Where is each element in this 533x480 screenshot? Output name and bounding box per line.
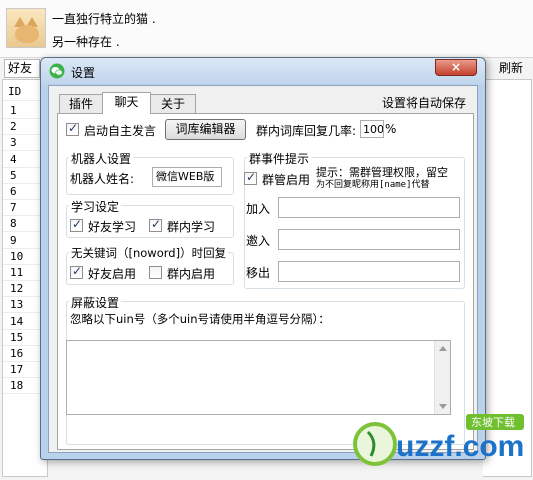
noword-group-checkbox[interactable]: [149, 266, 162, 279]
scroll-up-icon[interactable]: [439, 346, 447, 351]
list-row-id[interactable]: 2: [10, 120, 17, 133]
uzzf-watermark-logo: uzzf.com 东坡下载: [353, 414, 524, 466]
chat-bubble-icon: [49, 63, 65, 79]
dialog-titlebar[interactable]: 设置 ×: [41, 58, 485, 84]
list-row-id[interactable]: 5: [10, 169, 17, 182]
block-description: 忽略以下uin号（多个uin号请使用半角逗号分隔）：: [70, 312, 330, 326]
robot-settings-title: 机器人设置: [69, 150, 134, 167]
reply-rate-label: 群内词库回复几率:: [256, 124, 357, 138]
blocked-uin-textarea[interactable]: [66, 340, 451, 415]
noword-title: 无关键词（[noword]）时回复: [69, 245, 229, 261]
list-row-id[interactable]: 8: [10, 217, 17, 230]
join-message-input[interactable]: [278, 197, 460, 218]
robot-name-input[interactable]: 微信WEB版: [152, 167, 222, 187]
textarea-scrollbar[interactable]: [434, 341, 450, 414]
friend-learning-checkbox[interactable]: [70, 217, 83, 232]
list-row-id[interactable]: 12: [10, 282, 23, 295]
reply-rate-unit: %: [385, 122, 397, 136]
list-row-id[interactable]: 18: [10, 379, 23, 392]
auto-speak-label: 启动自主发言: [84, 124, 157, 138]
group-learning-label: 群内学习: [167, 220, 216, 234]
list-row-id[interactable]: 16: [10, 347, 23, 360]
group-learning-checkbox[interactable]: [149, 217, 162, 232]
group-events-title: 群事件提示: [247, 150, 312, 167]
reply-rate-input[interactable]: 100: [360, 120, 384, 138]
profile-signature: 另一种存在 .: [52, 35, 120, 49]
remove-label: 移出: [246, 266, 271, 280]
list-row-id[interactable]: 14: [10, 315, 23, 328]
profile-header: 一直独行特立的猫 . 另一种存在 .: [0, 0, 533, 58]
autosave-note: 设置将自动保存: [382, 96, 467, 110]
noword-friend-label: 好友启用: [88, 267, 137, 281]
robot-name-label: 机器人姓名:: [70, 172, 135, 186]
scroll-down-icon[interactable]: [439, 404, 447, 409]
list-row-id[interactable]: 1: [10, 104, 17, 117]
remove-message-input[interactable]: [278, 261, 460, 282]
admin-enable-label: 群管启用: [262, 173, 311, 187]
hint-line-2: 为不回复昵称用[name]代替: [316, 180, 430, 190]
list-row-id[interactable]: 17: [10, 363, 23, 376]
tab-friends[interactable]: 好友: [4, 59, 40, 78]
list-row-id[interactable]: 6: [10, 185, 17, 198]
block-settings-title: 屏蔽设置: [69, 294, 122, 311]
list-row-id[interactable]: 13: [10, 298, 23, 311]
close-button[interactable]: ×: [435, 59, 477, 76]
noword-friend-checkbox[interactable]: [70, 264, 83, 279]
avatar[interactable]: [6, 8, 46, 48]
invite-label: 邀入: [246, 234, 271, 248]
profile-nickname: 一直独行特立的猫 .: [52, 12, 156, 26]
list-row-id[interactable]: 3: [10, 136, 17, 149]
learning-title: 学习设定: [69, 198, 122, 215]
watermark-text: uzzf.com: [396, 430, 524, 463]
list-row-id[interactable]: 9: [10, 234, 17, 247]
tab-about[interactable]: 关于: [150, 94, 196, 113]
list-row-id[interactable]: 10: [10, 250, 23, 263]
list-row-id[interactable]: 7: [10, 201, 17, 214]
friend-learning-label: 好友学习: [88, 220, 137, 234]
noword-group-label: 群内启用: [167, 267, 216, 281]
watermark-subtitle: 东坡下载: [471, 416, 515, 429]
admin-enable-checkbox[interactable]: [244, 170, 257, 185]
refresh-button[interactable]: 刷新: [490, 59, 532, 78]
tab-plugins[interactable]: 插件: [59, 94, 103, 113]
tab-chat[interactable]: 聊天: [102, 92, 151, 114]
list-row-id[interactable]: 11: [10, 266, 23, 279]
invite-message-input[interactable]: [278, 229, 460, 250]
hint-line-1: 提示：需群管理权限，留空: [316, 166, 448, 179]
id-column-header: ID: [8, 85, 22, 98]
dialog-title: 设置: [71, 66, 96, 80]
close-icon: ×: [450, 60, 462, 74]
list-row-id[interactable]: 15: [10, 331, 23, 344]
join-label: 加入: [246, 202, 271, 216]
auto-speak-checkbox[interactable]: [66, 121, 79, 136]
lexicon-editor-button[interactable]: 词库编辑器: [165, 119, 246, 140]
list-row-id[interactable]: 4: [10, 153, 17, 166]
